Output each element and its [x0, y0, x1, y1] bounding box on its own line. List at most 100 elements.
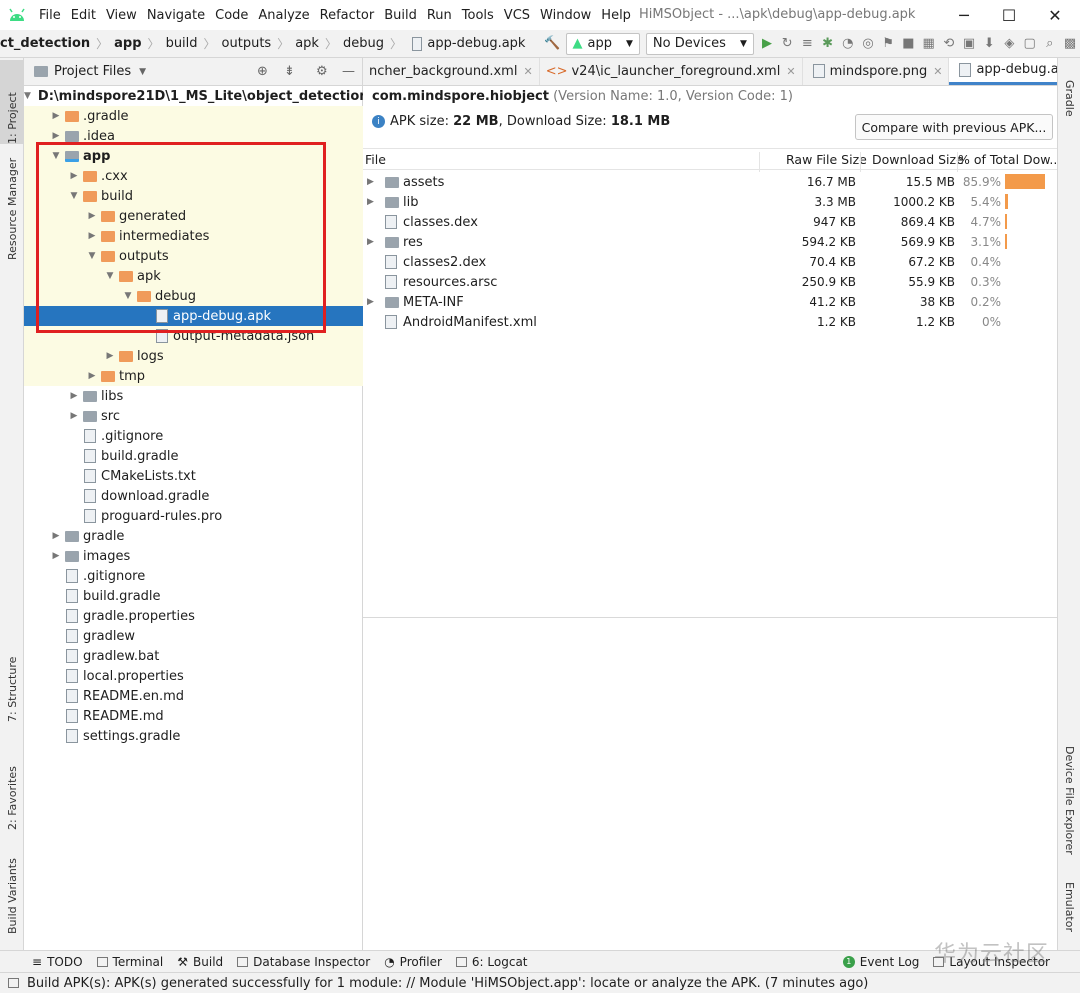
tree-item[interactable]: ▶ .gradle [24, 106, 363, 126]
tree-item[interactable]: gradlew.bat [24, 646, 363, 666]
collapse-arrow-icon[interactable]: ▶ [86, 371, 98, 381]
expand-arrow-icon[interactable]: ▶ [367, 237, 374, 247]
tool-logcat[interactable]: 6: Logcat [455, 955, 528, 969]
menu-analyze[interactable]: Analyze [253, 8, 314, 23]
tree-item[interactable]: download.gradle [24, 486, 363, 506]
tab-emulator[interactable]: Emulator [1058, 882, 1080, 942]
tree-item[interactable]: ▶ .idea [24, 126, 363, 146]
tree-item[interactable]: ▶ logs [24, 346, 363, 366]
tree-item[interactable]: ▼ D:\mindspore21D\1_MS_Lite\object_detect… [24, 86, 369, 106]
tab-app-debug-apk[interactable]: app-debug.apk✕ [949, 58, 1057, 85]
table-row[interactable]: ▶ res 594.2 KB 569.9 KB 3.1% [363, 232, 1057, 252]
collapse-arrow-icon[interactable]: ▶ [104, 351, 116, 361]
avd-manager-icon[interactable]: ▣ [959, 33, 979, 55]
sync-project-icon[interactable]: ⟲ [939, 33, 959, 55]
expand-arrow-icon[interactable]: ▶ [367, 177, 374, 187]
column-percent-total[interactable]: % of Total Dow... [957, 152, 1057, 172]
breadcrumb-app[interactable]: app [114, 36, 141, 51]
tab-mindspore-png[interactable]: mindspore.png ✕ [803, 58, 950, 85]
collapse-arrow-icon[interactable]: ▶ [68, 391, 80, 401]
collapse-arrow-icon[interactable]: ▶ [50, 551, 62, 561]
expand-arrow-icon[interactable]: ▼ [50, 151, 62, 161]
sdk-manager-icon[interactable]: ⬇ [979, 33, 999, 55]
close-window-button[interactable]: ✕ [1032, 0, 1078, 30]
tree-item[interactable]: ▶ intermediates [24, 226, 363, 246]
tree-item[interactable]: ▼ build [24, 186, 363, 206]
collapse-all-icon[interactable]: ⇟ [284, 64, 295, 79]
tree-item[interactable]: ▶ src [24, 406, 363, 426]
expand-arrow-icon[interactable]: ▼ [24, 91, 31, 101]
tree-item[interactable]: proguard-rules.pro [24, 506, 363, 526]
device-combo[interactable]: No Devices ▼ [645, 32, 754, 55]
collapse-arrow-icon[interactable]: ▶ [68, 411, 80, 421]
tree-item[interactable]: app-debug.apk [24, 306, 363, 326]
breadcrumb-outputs[interactable]: outputs [222, 36, 272, 51]
expand-arrow-icon[interactable]: ▶ [367, 197, 374, 207]
expand-arrow-icon[interactable]: ▼ [122, 291, 134, 301]
expand-arrow-icon[interactable]: ▼ [68, 191, 80, 201]
tab-build-variants[interactable]: Build Variants [0, 844, 24, 934]
table-row[interactable]: classes2.dex 70.4 KB 67.2 KB 0.4% [363, 252, 1057, 272]
gear-icon[interactable]: ⚙ [316, 64, 328, 79]
tree-item[interactable]: gradle.properties [24, 606, 363, 626]
menu-vcs[interactable]: VCS [499, 8, 535, 23]
locate-icon[interactable]: ⊕ [257, 64, 268, 79]
close-icon[interactable]: ✕ [523, 65, 532, 78]
tree-item[interactable]: ▼ apk [24, 266, 363, 286]
column-raw-size[interactable]: Raw File Size [759, 152, 867, 172]
collapse-arrow-icon[interactable]: ▶ [68, 171, 80, 181]
expand-arrow-icon[interactable]: ▼ [104, 271, 116, 281]
menu-code[interactable]: Code [210, 8, 253, 23]
layout-icon[interactable]: ▢ [1020, 33, 1040, 55]
tree-item[interactable]: local.properties [24, 666, 363, 686]
table-row[interactable]: AndroidManifest.xml 1.2 KB 1.2 KB 0% [363, 312, 1057, 332]
hammer-make-icon[interactable]: 🔨 [542, 33, 562, 55]
breadcrumb-apk[interactable]: apk [295, 36, 319, 51]
breadcrumb-project[interactable]: ct_detection [0, 36, 90, 51]
ide-icon[interactable]: ▩ [1060, 33, 1080, 55]
apply-changes-icon[interactable]: ↻ [777, 33, 797, 55]
tree-item[interactable]: .gitignore [24, 566, 363, 586]
column-file[interactable]: File [365, 152, 386, 167]
tree-item[interactable]: ▼ outputs [24, 246, 363, 266]
run-config-combo[interactable]: ▲ app ▼ [565, 32, 640, 55]
tree-item[interactable]: settings.gradle [24, 726, 363, 746]
project-structure-icon[interactable]: ▦ [919, 33, 939, 55]
menu-tools[interactable]: Tools [457, 8, 499, 23]
tree-item[interactable]: CMakeLists.txt [24, 466, 363, 486]
tree-item[interactable]: README.md [24, 706, 363, 726]
collapse-arrow-icon[interactable]: ▶ [86, 211, 98, 221]
splitter[interactable] [363, 617, 1057, 618]
run-icon[interactable]: ▶ [757, 33, 777, 55]
tree-item[interactable]: ▶ images [24, 546, 363, 566]
search-icon[interactable]: ⌕ [1040, 33, 1060, 55]
table-row[interactable]: ▶ META-INF 41.2 KB 38 KB 0.2% [363, 292, 1057, 312]
menu-window[interactable]: Window [535, 8, 596, 23]
breadcrumb-build[interactable]: build [166, 36, 198, 51]
menu-refactor[interactable]: Refactor [315, 8, 380, 23]
tool-database-inspector[interactable]: Database Inspector [237, 955, 370, 969]
apply-code-changes-icon[interactable]: ≡ [797, 33, 817, 55]
close-icon[interactable]: ✕ [933, 65, 942, 78]
tab-launcher-background[interactable]: ncher_background.xml ✕ [363, 58, 540, 85]
maximize-button[interactable]: ☐ [986, 0, 1032, 30]
stop-icon[interactable]: ■ [898, 33, 918, 55]
breadcrumb-debug[interactable]: debug [343, 36, 384, 51]
collapse-arrow-icon[interactable]: ▶ [50, 111, 62, 121]
tree-item[interactable]: ▶ generated [24, 206, 363, 226]
menu-help[interactable]: Help [596, 8, 636, 23]
debug-icon[interactable]: ✱ [817, 33, 837, 55]
menu-view[interactable]: View [101, 8, 142, 23]
breadcrumb-apk-file[interactable]: app-debug.apk [427, 36, 525, 51]
tab-structure[interactable]: 7: Structure [0, 646, 24, 722]
chevron-down-icon[interactable]: ▼ [139, 67, 146, 77]
tree-item[interactable]: build.gradle [24, 446, 363, 466]
tab-device-file-explorer[interactable]: Device File Explorer [1058, 746, 1080, 866]
tab-resource-manager[interactable]: Resource Manager [0, 150, 24, 260]
column-download-size[interactable]: Download Size [860, 152, 964, 172]
expand-arrow-icon[interactable]: ▶ [367, 297, 374, 307]
table-row[interactable]: classes.dex 947 KB 869.4 KB 4.7% [363, 212, 1057, 232]
expand-arrow-icon[interactable]: ▼ [86, 251, 98, 261]
minimize-button[interactable]: ─ [941, 0, 987, 30]
tool-todo[interactable]: ≡ TODO [32, 955, 83, 969]
